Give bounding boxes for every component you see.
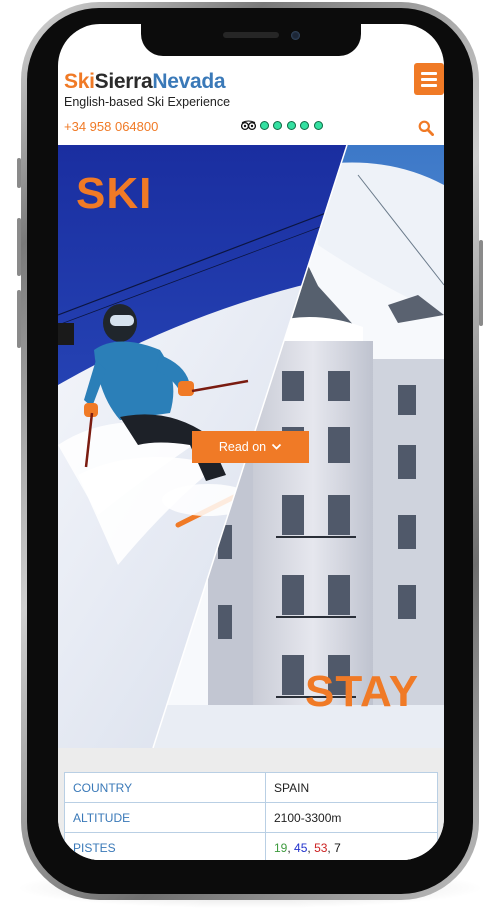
resort-info-table: COUNTRY SPAIN ALTITUDE 2100-3300m PISTES…	[64, 772, 438, 860]
table-row: ALTITUDE 2100-3300m	[64, 802, 438, 833]
rating-bubbles	[260, 121, 323, 131]
read-on-label: Read on	[218, 440, 267, 454]
site-tagline: English-based Ski Experience	[64, 95, 231, 109]
rating-bubble	[313, 121, 323, 130]
pistes-black-count: 7	[334, 840, 341, 855]
logo-sierra: Sierra	[94, 70, 153, 93]
table-row: PISTES 19, 45, 53, 7	[64, 832, 438, 860]
pistes-blue-count: 45	[294, 840, 308, 855]
site-logo[interactable]: SkiSierraNevada	[64, 70, 226, 94]
hero-banner: SKI STAY Read on	[58, 145, 444, 748]
pistes-key: PISTES	[64, 832, 266, 860]
tripadvisor-owl-icon	[241, 120, 256, 131]
country-key: COUNTRY	[64, 772, 266, 803]
phone-screen: SkiSierraNevada English-based Ski Experi…	[58, 24, 444, 860]
mute-switch	[17, 158, 21, 188]
rating-bubble	[286, 121, 296, 130]
altitude-key: ALTITUDE	[64, 802, 266, 833]
country-value: SPAIN	[265, 772, 438, 803]
resort-info-section: COUNTRY SPAIN ALTITUDE 2100-3300m PISTES…	[58, 748, 444, 860]
earpiece-speaker	[223, 32, 279, 38]
menu-button[interactable]	[414, 63, 444, 95]
hero-ski-label: SKI	[76, 169, 153, 218]
pistes-green-count: 19	[274, 840, 288, 855]
read-on-button[interactable]: Read on	[192, 431, 309, 463]
logo-ski: Ski	[64, 70, 95, 93]
rating-bubble	[273, 121, 283, 130]
front-camera	[291, 31, 300, 40]
volume-up-button	[17, 218, 21, 276]
table-row: COUNTRY SPAIN	[64, 772, 438, 803]
hero-stay-label: STAY	[305, 667, 420, 716]
search-icon[interactable]	[418, 120, 434, 136]
chevron-down-icon	[271, 443, 282, 450]
altitude-value: 2100-3300m	[265, 802, 438, 833]
power-button	[479, 240, 483, 326]
phone-number-link[interactable]: +34 958 064800	[64, 119, 158, 134]
pistes-red-count: 53	[314, 840, 328, 855]
notch	[141, 24, 361, 56]
logo-nevada: Nevada	[152, 70, 226, 93]
rating-bubble	[300, 121, 310, 130]
volume-down-button	[17, 290, 21, 348]
rating-bubble	[260, 121, 269, 130]
pistes-value: 19, 45, 53, 7	[265, 832, 438, 860]
